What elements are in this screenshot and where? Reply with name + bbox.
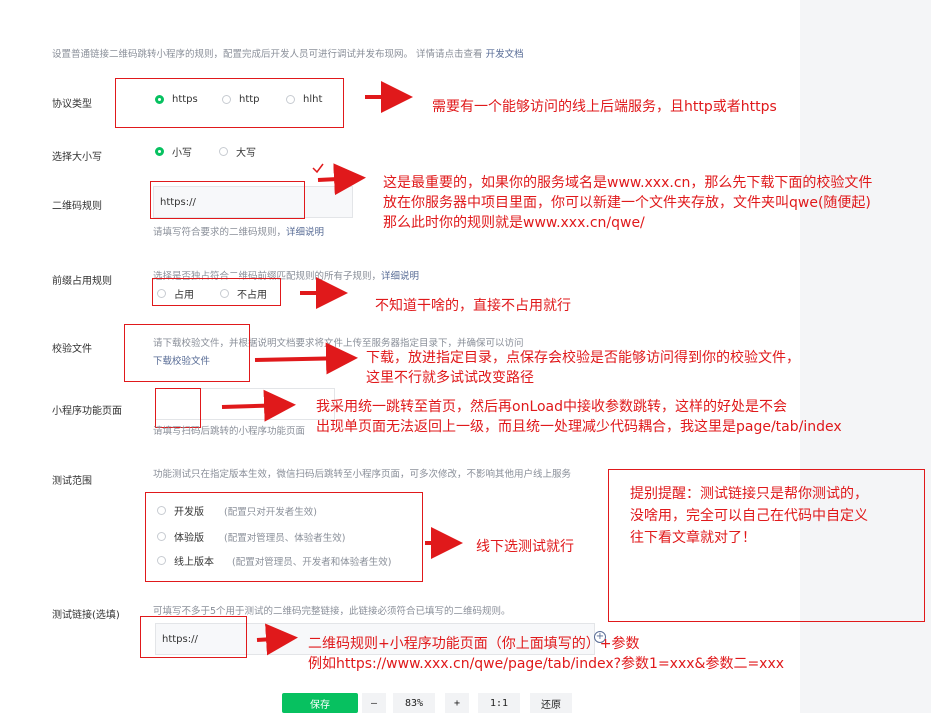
note-qr-rule: 这是最重要的，如果你的服务域名是www.xxx.cn，那么先下载下面的校验文件 … [383,175,873,231]
arrow-verify-icon [254,342,358,375]
arrow-qr-rule-icon [317,163,366,196]
note-protocol: 需要有一个能够访问的线上后端服务，且http或者https [432,99,777,115]
note-mp-page: 我采用统一跳转至首页，然后再onLoad中接收参数跳转，这样的好处是不会 出现单… [316,399,842,435]
arrow-mp-page-icon [221,389,296,422]
note-verify: 下载，放进指定目录，点保存会校验是否能够访问得到你的校验文件， 这里不行就多试试… [366,350,800,386]
check-mark-icon [312,163,324,174]
note-scope: 线下选测试就行 [476,539,574,555]
note-test-link: 二维码规则+小程序功能页面（你上面填写的）+参数 例如https://www.x… [308,636,785,672]
note-tip: 提别提醒：测试链接只是帮你测试的， 没啥用，完全可以自己在代码中自定义 往下看文… [630,486,868,546]
arrow-test-link-icon [256,623,298,656]
note-prefix: 不知道干啥的，直接不占用就行 [375,298,571,314]
